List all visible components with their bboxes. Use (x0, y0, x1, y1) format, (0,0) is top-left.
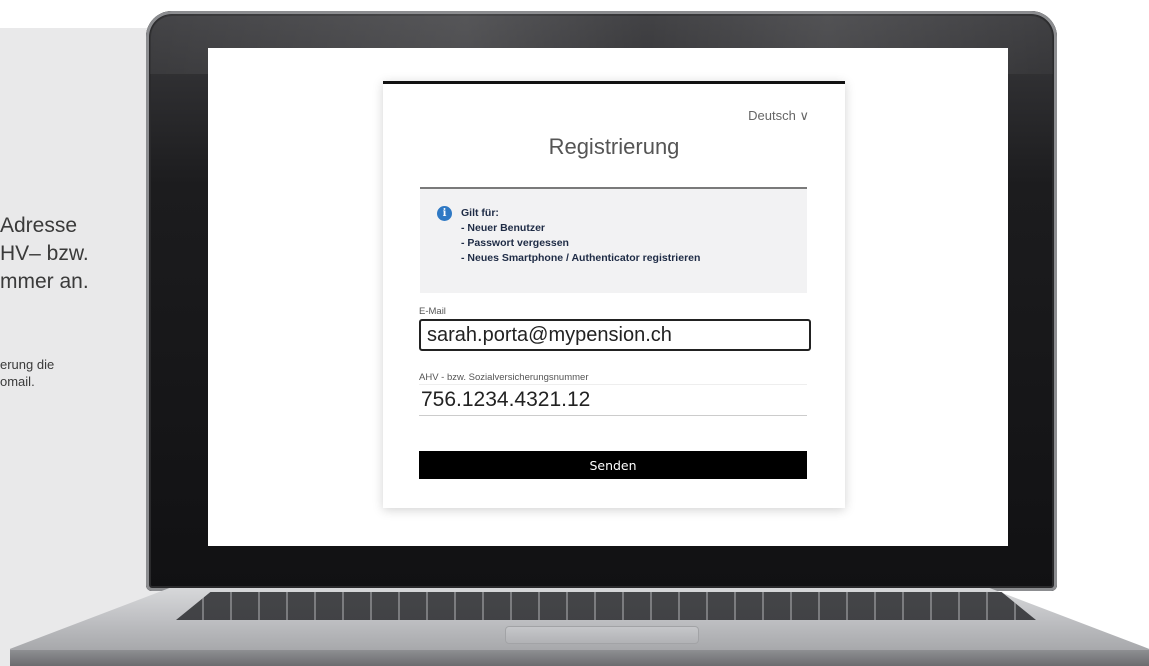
registration-card: Deutsch ∨ Registrierung i Gilt für: - Ne… (383, 81, 845, 508)
language-selector[interactable]: Deutsch ∨ (748, 108, 809, 124)
info-line: - Neues Smartphone / Authenticator regis… (461, 252, 701, 264)
laptop-keyboard (176, 592, 1036, 620)
ahv-label: AHV - bzw. Sozialversicherungsnummer (419, 372, 589, 383)
submit-button[interactable]: Senden (419, 451, 807, 479)
info-line: - Neuer Benutzer (461, 222, 546, 234)
laptop-front-edge (10, 650, 1149, 666)
info-icon: i (437, 206, 452, 221)
info-line: Gilt für: (461, 207, 499, 219)
info-line: - Passwort vergessen (461, 237, 569, 249)
page-title: Registrierung (548, 134, 680, 159)
email-label: E-Mail (419, 306, 446, 317)
laptop-screen: Deutsch ∨ Registrierung i Gilt für: - Ne… (208, 48, 1008, 546)
info-lines: Gilt für: - Neuer Benutzer - Passwort ve… (461, 206, 700, 266)
info-box: i Gilt für: - Neuer Benutzer - Passwort … (420, 187, 807, 293)
ahv-number-field[interactable] (419, 384, 807, 416)
laptop-trackpad (505, 626, 699, 644)
email-field[interactable] (419, 319, 811, 351)
